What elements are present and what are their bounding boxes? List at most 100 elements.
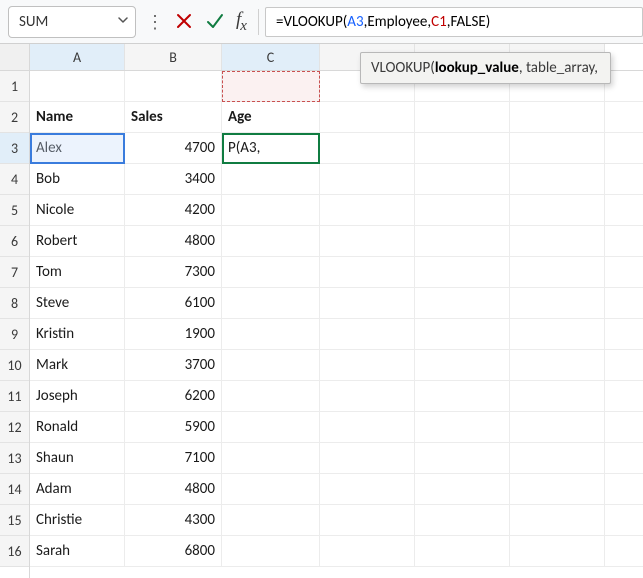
cell[interactable]: [320, 257, 415, 287]
cell[interactable]: [222, 288, 320, 318]
cell[interactable]: [415, 164, 510, 194]
cell[interactable]: [320, 102, 415, 132]
row-header[interactable]: 13: [0, 443, 29, 474]
cell[interactable]: [222, 195, 320, 225]
cell[interactable]: [415, 536, 510, 566]
header-sales[interactable]: Sales: [125, 102, 222, 132]
cell-name[interactable]: Kristin: [30, 319, 125, 349]
cell[interactable]: [222, 474, 320, 504]
cell[interactable]: [510, 102, 605, 132]
header-name[interactable]: Name: [30, 102, 125, 132]
fx-icon[interactable]: fx: [236, 9, 246, 35]
cell[interactable]: [415, 381, 510, 411]
cell[interactable]: [510, 164, 605, 194]
cell[interactable]: [415, 257, 510, 287]
cell[interactable]: [415, 102, 510, 132]
cell[interactable]: [320, 474, 415, 504]
row-header[interactable]: 14: [0, 474, 29, 505]
cell-name[interactable]: Robert: [30, 226, 125, 256]
cell[interactable]: [320, 133, 415, 163]
row-header[interactable]: 5: [0, 195, 29, 226]
cell-name[interactable]: Steve: [30, 288, 125, 318]
cell-sales[interactable]: 4300: [125, 505, 222, 535]
cell-sales[interactable]: 6800: [125, 536, 222, 566]
cell-sales[interactable]: 4800: [125, 474, 222, 504]
cell[interactable]: [415, 443, 510, 473]
cell[interactable]: [510, 412, 605, 442]
cell[interactable]: [30, 71, 125, 101]
cell-name[interactable]: Ronald: [30, 412, 125, 442]
cell[interactable]: [510, 381, 605, 411]
row-header[interactable]: 4: [0, 164, 29, 195]
header-age[interactable]: Age: [222, 102, 320, 132]
formula-input[interactable]: =VLOOKUP(A3,Employee,C1,FALSE): [265, 7, 643, 37]
cell[interactable]: [222, 381, 320, 411]
cell[interactable]: [222, 505, 320, 535]
cell[interactable]: [320, 412, 415, 442]
cell[interactable]: [222, 226, 320, 256]
column-header[interactable]: A: [30, 44, 125, 70]
cell[interactable]: [415, 505, 510, 535]
cell[interactable]: [415, 412, 510, 442]
cell[interactable]: [415, 288, 510, 318]
name-box[interactable]: SUM: [8, 6, 136, 38]
cell[interactable]: [415, 350, 510, 380]
row-header[interactable]: 2: [0, 102, 29, 133]
row-header[interactable]: 15: [0, 505, 29, 536]
cell-sales[interactable]: 3700: [125, 350, 222, 380]
options-icon[interactable]: ⋮: [142, 11, 168, 33]
cell[interactable]: [222, 536, 320, 566]
cell-name[interactable]: Nicole: [30, 195, 125, 225]
cell-sales[interactable]: 6100: [125, 288, 222, 318]
cell-name[interactable]: Christie: [30, 505, 125, 535]
cell-sales[interactable]: 4200: [125, 195, 222, 225]
column-header[interactable]: C: [222, 44, 320, 70]
cell-sales[interactable]: 4700: [125, 133, 222, 163]
cell[interactable]: [222, 319, 320, 349]
cell[interactable]: [320, 536, 415, 566]
cell-name[interactable]: Joseph: [30, 381, 125, 411]
cell-name[interactable]: Adam: [30, 474, 125, 504]
row-header[interactable]: 7: [0, 257, 29, 288]
cell[interactable]: [320, 443, 415, 473]
cell[interactable]: [222, 350, 320, 380]
cell[interactable]: [510, 133, 605, 163]
cell[interactable]: [510, 350, 605, 380]
row-header[interactable]: 3: [0, 133, 29, 164]
row-header[interactable]: 12: [0, 412, 29, 443]
cell-name[interactable]: Shaun: [30, 443, 125, 473]
cell[interactable]: [222, 164, 320, 194]
cell[interactable]: [222, 443, 320, 473]
enter-icon[interactable]: [204, 10, 226, 32]
cell-name[interactable]: Alex: [30, 133, 125, 163]
cell[interactable]: [222, 257, 320, 287]
cell[interactable]: [320, 195, 415, 225]
row-header[interactable]: 9: [0, 319, 29, 350]
column-header[interactable]: B: [125, 44, 222, 70]
cell-name[interactable]: Mark: [30, 350, 125, 380]
cell[interactable]: [320, 226, 415, 256]
cell[interactable]: [510, 505, 605, 535]
row-header[interactable]: 11: [0, 381, 29, 412]
cell-sales[interactable]: 7300: [125, 257, 222, 287]
row-header[interactable]: 10: [0, 350, 29, 381]
cell[interactable]: [415, 474, 510, 504]
cell[interactable]: [222, 71, 320, 101]
cell-name[interactable]: Tom: [30, 257, 125, 287]
row-header[interactable]: 6: [0, 226, 29, 257]
cell[interactable]: [415, 195, 510, 225]
row-header[interactable]: 16: [0, 536, 29, 567]
cell[interactable]: [510, 536, 605, 566]
cell[interactable]: [320, 164, 415, 194]
cell[interactable]: [320, 319, 415, 349]
select-all-corner[interactable]: [0, 44, 29, 71]
active-cell-c3[interactable]: P(A3,: [222, 133, 320, 163]
cell[interactable]: [415, 319, 510, 349]
cell[interactable]: [320, 381, 415, 411]
cell[interactable]: [510, 195, 605, 225]
cell[interactable]: [415, 133, 510, 163]
cell[interactable]: [320, 505, 415, 535]
cancel-icon[interactable]: [174, 11, 194, 31]
cell[interactable]: [510, 288, 605, 318]
cell-sales[interactable]: 4800: [125, 226, 222, 256]
